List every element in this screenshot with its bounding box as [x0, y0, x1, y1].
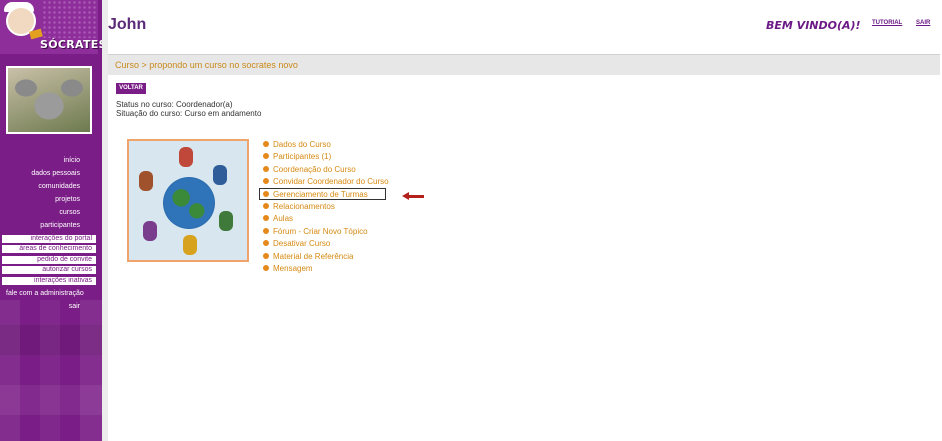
- sidebar: SÓCRATES início dados pessoais comunidades…: [0, 0, 102, 441]
- bullet-icon: [263, 215, 269, 222]
- bullet-icon: [263, 202, 269, 209]
- course-menu-label: Relacionamentos: [273, 201, 335, 211]
- sidebar-nav: início dados pessoais comunidades projetos c…: [0, 154, 102, 313]
- course-menu-item[interactable]: Desativar Curso: [262, 239, 389, 251]
- course-menu-item[interactable]: Mensagem: [262, 264, 389, 276]
- bullet-icon: [263, 178, 269, 185]
- sidebar-item[interactable]: interações inativas: [2, 276, 96, 285]
- sidebar-item[interactable]: áreas de conhecimento: [2, 245, 96, 253]
- sidebar-item[interactable]: pedido de convite: [2, 255, 96, 264]
- logout-link[interactable]: SAIR: [916, 20, 930, 26]
- course-status: Status no curso: Coordenador(a): [116, 100, 233, 109]
- course-menu-label: Aulas: [273, 214, 294, 224]
- socrates-logo[interactable]: SÓCRATES: [0, 0, 102, 54]
- tutorial-link[interactable]: TUTORIAL: [872, 20, 902, 26]
- sidebar-pattern: [0, 300, 102, 441]
- bullet-icon: [263, 264, 269, 271]
- logo-text: SÓCRATES: [40, 38, 102, 51]
- course-menu-label: Participantes (1): [273, 152, 332, 162]
- course-menu-label: Convidar Coordenador do Curso: [273, 177, 389, 187]
- breadcrumb: Curso > propondo um curso no socrates no…: [115, 60, 298, 70]
- sidebar-item[interactable]: autorizar cursos: [2, 266, 96, 274]
- course-situation: Situação do curso: Curso em andamento: [116, 109, 262, 118]
- course-menu-label: Desativar Curso: [273, 239, 331, 249]
- koala-photo: [8, 68, 90, 132]
- bullet-icon: [263, 165, 269, 172]
- bullet-icon: [263, 141, 269, 147]
- header: John BEM VINDO(A)! TUTORIAL SAIR: [108, 0, 942, 52]
- course-menu-label: Dados do Curso: [273, 140, 331, 149]
- page-title: John: [108, 16, 147, 33]
- bullet-icon: [263, 153, 269, 160]
- course-menu-item[interactable]: Dados do Curso: [262, 140, 389, 152]
- sidebar-item[interactable]: sair: [0, 300, 102, 313]
- highlight-box: [259, 187, 386, 200]
- course-menu-label: Mensagem: [273, 263, 313, 273]
- course-menu-item[interactable]: Gerenciamento de Turmas: [259, 187, 389, 202]
- sidebar-item[interactable]: participantes: [0, 219, 102, 232]
- bullet-icon: [263, 252, 269, 259]
- course-illustration: [127, 139, 249, 262]
- course-menu-item[interactable]: Fórum - Criar Novo Tópico: [262, 227, 389, 239]
- course-menu-item[interactable]: Relacionamentos: [262, 202, 389, 214]
- globe-icon: [163, 177, 215, 229]
- course-menu-item[interactable]: Aulas: [262, 214, 389, 226]
- course-menu-label: Material de Referência: [273, 251, 354, 261]
- course-menu: Dados do Curso Participantes (1) Coordenaç…: [259, 140, 389, 276]
- sidebar-item[interactable]: interações do portal: [2, 234, 96, 243]
- sidebar-item[interactable]: início: [0, 154, 102, 167]
- course-menu-label: Fórum - Criar Novo Tópico: [273, 226, 368, 236]
- sidebar-item[interactable]: projetos: [0, 193, 102, 206]
- arrow-left-icon: [402, 192, 424, 200]
- course-menu-label: Coordenação do Curso: [273, 164, 356, 174]
- course-menu-item[interactable]: Participantes (1): [262, 152, 389, 164]
- sidebar-item[interactable]: cursos: [0, 206, 102, 219]
- course-menu-item[interactable]: Coordenação do Curso: [262, 165, 389, 177]
- back-button[interactable]: VOLTAR: [116, 83, 146, 94]
- user-avatar: [6, 66, 92, 134]
- bullet-icon: [263, 240, 269, 247]
- sidebar-item[interactable]: fale com a administração: [0, 287, 102, 300]
- sidebar-item[interactable]: comunidades: [0, 180, 102, 193]
- course-menu-item[interactable]: Material de Referência: [262, 252, 389, 264]
- breadcrumb-bar: Curso > propondo um curso no socrates no…: [108, 54, 940, 75]
- welcome-text: BEM VINDO(A)!: [766, 19, 861, 32]
- bullet-icon: [263, 227, 269, 234]
- sidebar-item[interactable]: dados pessoais: [0, 167, 102, 180]
